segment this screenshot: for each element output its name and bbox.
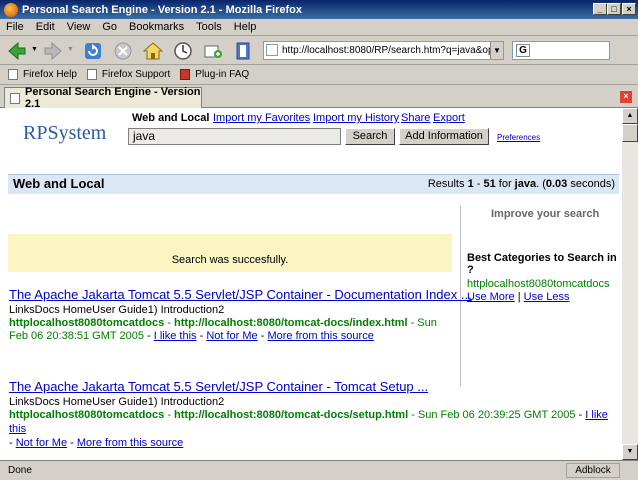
results-count: Results 1 - 51 for java. (0.03 seconds) xyxy=(427,178,615,190)
google-icon[interactable]: G xyxy=(516,44,530,57)
separator: | xyxy=(514,291,524,303)
result-date: - Sun Feb 06 20:39:25 GMT 2005 xyxy=(408,409,576,421)
bookmark-label: Firefox Help xyxy=(23,69,77,80)
bookmark-firefox-help[interactable]: Firefox Help xyxy=(8,69,77,80)
scroll-down-icon[interactable]: ▼ xyxy=(622,444,638,460)
scope-label: Web and Local xyxy=(132,112,210,124)
reload-icon[interactable] xyxy=(82,40,104,62)
home-icon[interactable] xyxy=(142,40,164,62)
import-history-link[interactable]: Import my History xyxy=(313,112,399,124)
url-text: http://localhost:8080/RP/search.htm?q=ja… xyxy=(282,45,504,56)
result-title-1[interactable]: The Apache Jakarta Tomcat 5.5 Servlet/JS… xyxy=(9,287,472,302)
results-header-title: Web and Local xyxy=(13,176,105,191)
result-snippet-2: LinksDocs HomeUser Guide1) Introduction2 xyxy=(9,396,225,408)
search-value: java xyxy=(133,129,156,143)
firefox-icon xyxy=(4,2,18,17)
category-actions: Use More | Use Less xyxy=(467,291,570,303)
preferences-link[interactable]: Preferences xyxy=(497,133,540,142)
maximize-button[interactable]: □ xyxy=(607,3,621,15)
bookmarks-sidebar-icon[interactable] xyxy=(232,40,254,62)
result-source: httplocalhost8080tomcatdocs xyxy=(9,409,165,421)
category-name: httplocalhost8080tomcatdocs xyxy=(467,278,610,290)
tab-bar: Personal Search Engine - Version 2.1 × xyxy=(0,85,638,110)
menu-bookmarks[interactable]: Bookmarks xyxy=(129,21,184,33)
result-url: http://localhost:8080/tomcat-docs/index.… xyxy=(174,317,408,329)
menu-view[interactable]: View xyxy=(67,21,91,33)
bookmark-page-icon xyxy=(86,69,97,80)
back-dropdown-icon[interactable]: ▼ xyxy=(31,46,38,53)
adblock-button[interactable]: Adblock xyxy=(566,463,620,478)
close-window-button[interactable]: × xyxy=(622,3,636,15)
tab-title: Personal Search Engine - Version 2.1 xyxy=(25,86,201,110)
minimize-button[interactable]: _ xyxy=(593,3,607,15)
not-for-me-link[interactable]: Not for Me xyxy=(16,437,67,449)
result-meta-2: httplocalhost8080tomcatdocs - http://loc… xyxy=(9,409,608,449)
add-information-button[interactable]: Add Information xyxy=(399,128,489,145)
not-for-me-link[interactable]: Not for Me xyxy=(206,330,257,342)
bookmark-firefox-support[interactable]: Firefox Support xyxy=(86,69,171,80)
improve-search-label: Improve your search xyxy=(491,208,600,220)
like-link[interactable]: I like this xyxy=(154,330,197,342)
result-url: http://localhost:8080/tomcat-docs/setup.… xyxy=(174,409,409,421)
menu-edit[interactable]: Edit xyxy=(36,21,55,33)
tab-active[interactable]: Personal Search Engine - Version 2.1 xyxy=(4,86,202,110)
menu-tools[interactable]: Tools xyxy=(196,21,222,33)
menu-file[interactable]: File xyxy=(6,21,24,33)
result-meta-1: httplocalhost8080tomcatdocs - http://loc… xyxy=(9,317,437,342)
back-icon[interactable] xyxy=(6,40,28,62)
use-more-link[interactable]: Use More xyxy=(467,291,515,303)
status-bar: Done Adblock xyxy=(0,460,638,480)
url-field[interactable]: http://localhost:8080/RP/search.htm?q=ja… xyxy=(263,41,504,60)
plugin-icon xyxy=(180,69,191,80)
scroll-thumb[interactable] xyxy=(622,124,638,142)
search-input[interactable]: java xyxy=(128,128,341,145)
forward-dropdown-icon[interactable]: ▼ xyxy=(67,46,74,53)
web-search-field[interactable]: G xyxy=(512,41,610,60)
history-icon[interactable] xyxy=(172,40,194,62)
stop-icon[interactable] xyxy=(112,40,134,62)
vertical-scrollbar[interactable]: ▲ ▼ xyxy=(622,108,638,460)
page-icon xyxy=(266,44,278,56)
results-header: Web and Local Results 1 - 51 for java. (… xyxy=(8,174,619,194)
export-link[interactable]: Export xyxy=(433,112,465,124)
import-favorites-link[interactable]: Import my Favorites xyxy=(213,112,310,124)
window-title: Personal Search Engine - Version 2.1 - M… xyxy=(22,3,302,16)
close-tab-icon[interactable]: × xyxy=(620,91,632,103)
use-less-link[interactable]: Use Less xyxy=(524,291,570,303)
bookmark-page-icon xyxy=(8,69,18,80)
new-tab-icon[interactable] xyxy=(202,40,224,62)
bookmark-label: Firefox Support xyxy=(101,69,171,80)
bookmark-plugin-faq[interactable]: Plug-in FAQ xyxy=(180,69,249,80)
best-categories-title: Best Categories to Search in ? xyxy=(467,252,617,276)
more-from-source-link[interactable]: More from this source xyxy=(267,330,373,342)
window-titlebar: Personal Search Engine - Version 2.1 - M… xyxy=(0,0,638,19)
forward-icon[interactable] xyxy=(42,40,64,62)
result-title-2[interactable]: The Apache Jakarta Tomcat 5.5 Servlet/JS… xyxy=(9,379,428,394)
menu-bar: File Edit View Go Bookmarks Tools Help xyxy=(0,19,638,36)
result-source: httplocalhost8080tomcatdocs xyxy=(9,317,165,329)
page-content: RPSystem Web and Local Import my Favorit… xyxy=(0,108,622,460)
scroll-up-icon[interactable]: ▲ xyxy=(622,108,638,124)
result-snippet-1: LinksDocs HomeUser Guide1) Introduction2 xyxy=(9,304,225,316)
logo: RPSystem xyxy=(23,122,107,144)
more-from-source-link[interactable]: More from this source xyxy=(77,437,183,449)
success-message: Search was succesfully. xyxy=(8,234,452,272)
bookmarks-toolbar: Firefox Help Firefox Support Plug-in FAQ xyxy=(0,65,638,85)
bookmark-label: Plug-in FAQ xyxy=(195,69,250,80)
status-text: Done xyxy=(8,465,32,476)
share-link[interactable]: Share xyxy=(401,112,430,124)
success-text: Search was succesfully. xyxy=(171,254,289,266)
search-button[interactable]: Search xyxy=(345,128,395,145)
menu-go[interactable]: Go xyxy=(102,21,117,33)
url-dropdown-icon[interactable]: ▼ xyxy=(490,42,503,59)
tab-page-icon xyxy=(10,93,20,104)
menu-help[interactable]: Help xyxy=(234,21,257,33)
